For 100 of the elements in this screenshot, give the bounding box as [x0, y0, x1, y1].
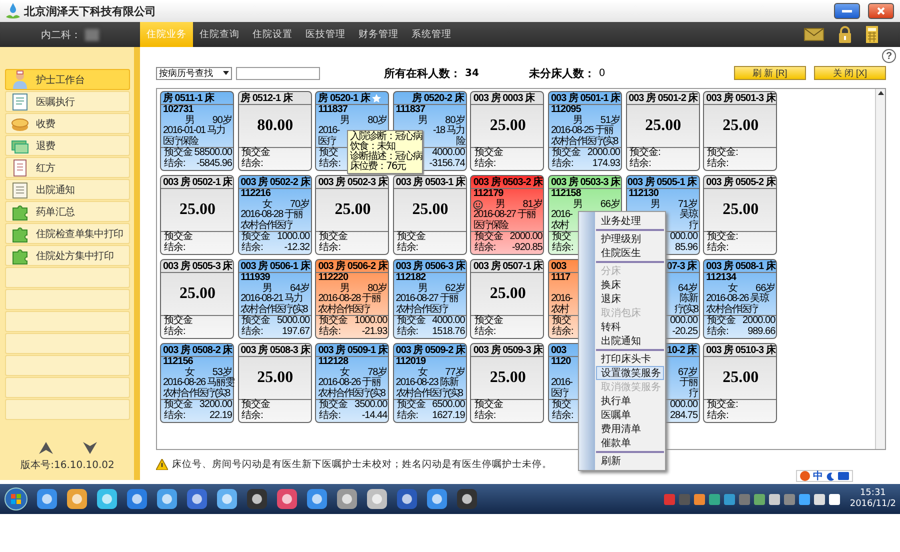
patient-id: 102731 [163, 105, 194, 115]
deposit-label: 预交金 [242, 316, 270, 326]
admission-date: 2016- [318, 126, 340, 136]
balance-label: 结余: [474, 326, 496, 337]
balance-label: 结余: [707, 326, 728, 337]
bed-label: 003 房 0501-3 床 [706, 92, 776, 104]
insurance-type: 医疗保险 [473, 220, 508, 230]
balance-label: 结余: [242, 410, 263, 421]
bed-label: 003 房 0503-1 床 [396, 176, 465, 188]
admission-date: 2016- [550, 294, 572, 304]
patient-age: 78岁 [368, 368, 388, 378]
sidebar-item-label: 住院检查单集中打印 [36, 228, 124, 240]
insurance-type: 农村合作医疗(实8 [396, 388, 462, 398]
deposit-amount: 2000.00 [587, 148, 620, 158]
bed-label: 003 房 0003 床 [473, 92, 535, 104]
total-patients-label: 所有在科人数： [384, 66, 461, 80]
deposit-amount: 000.00 [670, 232, 698, 242]
patient-id: 112134 [706, 273, 736, 283]
deposit-label: 预交金 [474, 232, 503, 242]
insurance-type: 农村合作医疗 [706, 304, 758, 314]
patient-age: 53岁 [212, 368, 232, 378]
patient-gender: 男 [495, 200, 505, 210]
bed-fee: 25.00 [490, 285, 526, 303]
patient-age: 80岁 [368, 116, 388, 126]
admission-date: 2016-08-23 陈新 [396, 378, 458, 388]
patient-gender: 男 [185, 116, 194, 126]
balance-amount: 174.93 [592, 158, 620, 169]
patient-gender: 男 [340, 284, 350, 294]
bed-label: 003 房 0510-3 床 [706, 344, 776, 356]
deposit-amount: 2000.00 [510, 232, 542, 242]
clock-time: 15:31 [860, 488, 886, 499]
balance-label: 结余: [242, 158, 263, 169]
admission-date: 2016-08-21 马力 [240, 294, 303, 304]
patient-id: 111837 [396, 105, 426, 115]
deposit-label: 预交金 [396, 232, 426, 242]
total-patients-count: 34 [465, 68, 479, 78]
patient-age: 80岁 [445, 116, 465, 126]
bed-label: 003 房 0502-3 床 [318, 176, 388, 188]
balance-label: 结余: [474, 158, 496, 169]
admission-date: 2016-01-01 马力 [163, 126, 226, 136]
balance-label: 结余: [242, 242, 263, 253]
deposit-label: 预交金 [242, 400, 270, 410]
deposit-amount: 000.00 [670, 400, 698, 410]
balance-label: 结余: [474, 242, 496, 253]
insurance-type: 农村合作医疗(实8 [318, 388, 384, 398]
patient-age: 67岁 [678, 368, 698, 378]
deposit-amount: 2000.00 [742, 316, 776, 326]
admission-date: 2016-08-25 于丽 [550, 126, 614, 136]
bed-label: 003 房 0506-1 床 [240, 260, 310, 272]
insurance-type: 疗 [688, 220, 698, 231]
insurance-type: 险 [456, 136, 465, 147]
bed-label: 003 房 0509-3 床 [473, 344, 543, 356]
deposit-label: 预交金 [474, 400, 503, 410]
bed-fee: 25.00 [722, 369, 759, 387]
patient-age: 62岁 [445, 284, 465, 294]
bed-label: 003 房 0502-2 床 [240, 176, 310, 188]
patient-age: 71岁 [678, 200, 698, 210]
deposit-label: 预交金: [630, 148, 660, 158]
balance-amount: 284.75 [670, 410, 698, 421]
balance-amount: -20.25 [672, 326, 698, 337]
bed-label: 003 房 0507-1 床 [473, 260, 543, 272]
admission-date: 2016- [550, 378, 572, 388]
patient-age: 81岁 [522, 200, 542, 210]
insurance-type: 农村合作医疗 [240, 220, 292, 230]
balance-amount: 197.67 [282, 326, 310, 337]
patient-gender: 男 [650, 200, 660, 210]
bed-fee: 25.00 [490, 369, 526, 387]
balance-label: 结余: [474, 410, 496, 421]
sidebar-item-label: 药单汇总 [36, 206, 75, 218]
patient-id: 112128 [318, 357, 348, 367]
balance-label: 结余: [396, 326, 418, 337]
patient-gender: 男 [262, 284, 272, 294]
balance-amount: -3156.74 [429, 158, 465, 169]
deposit-label: 预交金 [396, 316, 426, 326]
patient-id: 112220 [318, 273, 348, 283]
bed-fee: 25.00 [334, 201, 371, 219]
deposit-label: 预交金 [319, 316, 348, 326]
deposit-label: 预交金 [474, 316, 503, 326]
deposit-amount: 3500.00 [354, 400, 388, 410]
deposit-amount: 1000.00 [354, 316, 388, 326]
patient-gender: 女 [262, 200, 272, 210]
deposit-amount: 6500.00 [432, 400, 465, 410]
balance-label: 结余: [319, 242, 340, 253]
department-label: 内二科： [41, 28, 81, 42]
bed-label: 003 房 0508-2 床 [163, 344, 232, 356]
version-label: 版本号:16.10.10.02 [20, 458, 114, 472]
patient-gender: 男 [418, 116, 428, 126]
balance-label: 结余: [164, 410, 186, 421]
sidebar-item-label: 退费 [36, 140, 56, 152]
patient-id: 112182 [396, 273, 426, 283]
balance-label: 结余: [164, 242, 186, 253]
patient-gender: 男 [418, 284, 428, 294]
insurance-type: 疗(实8 [674, 304, 698, 315]
deposit-amount: 4000.00 [432, 316, 465, 326]
bed-label: 003 房 0502-1 床 [163, 176, 232, 188]
patient-id: 112179 [473, 189, 504, 199]
patient-age: 70岁 [290, 200, 310, 210]
insurance-type: 农村合作医疗(实8 [163, 388, 230, 398]
balance-amount: 85.96 [675, 242, 698, 253]
sidebar-item-label: 出院通知 [36, 184, 75, 196]
